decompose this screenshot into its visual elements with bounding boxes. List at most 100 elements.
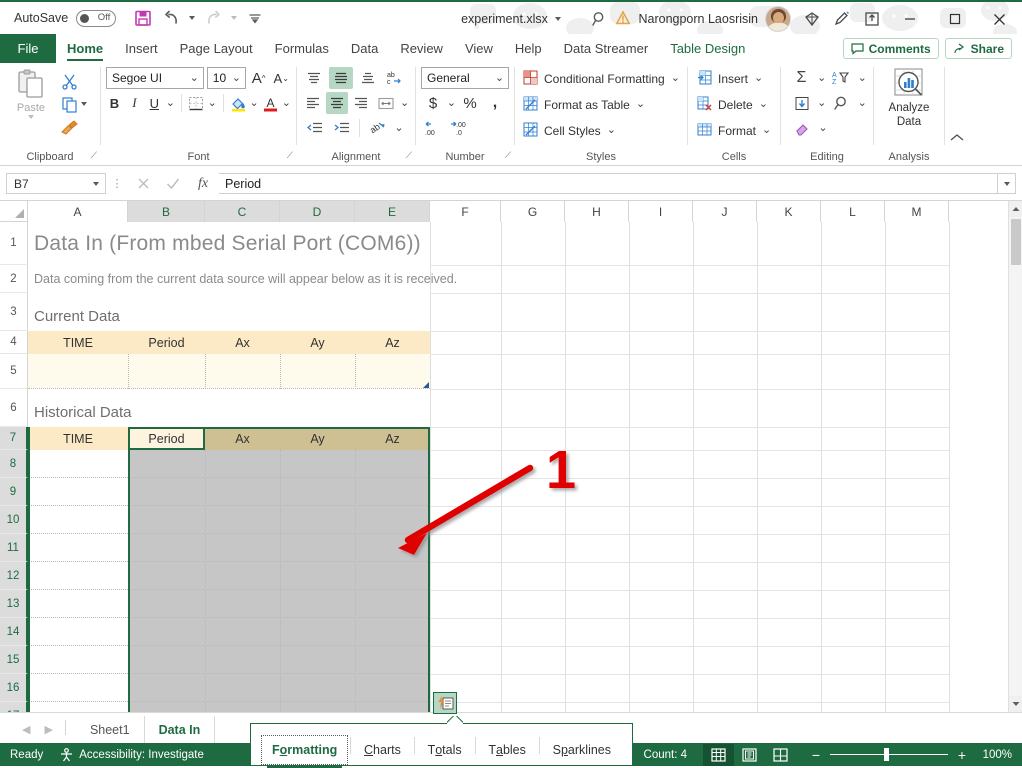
row-header-8[interactable]: 8 [0,450,28,478]
accounting-chevron-down-icon[interactable]: ⌄ [446,97,457,109]
row-header-14[interactable]: 14 [0,618,28,646]
format-cells-chevron-down-icon[interactable]: ⌄ [762,125,771,136]
column-header-f[interactable]: F [430,201,501,222]
autosum-chevron-down-icon[interactable]: ⌄ [816,72,828,84]
save-icon[interactable] [130,5,156,31]
qa-tab-tables[interactable]: Ta bles [475,733,539,767]
quick-analysis-button[interactable] [433,692,457,714]
orientation-button[interactable]: ab [366,117,390,139]
row-header-15[interactable]: 15 [0,646,28,674]
find-select-chevron-down-icon[interactable]: ⌄ [857,97,869,109]
row-header-13[interactable]: 13 [0,590,28,618]
page-layout-view-button[interactable] [734,744,765,766]
cell-a6-historical-data-heading[interactable]: Historical Data [34,399,254,425]
tab-home[interactable]: Home [56,34,114,63]
column-header-a[interactable]: A [28,201,128,222]
undo-icon[interactable] [158,5,184,31]
name-box[interactable]: B7 [6,173,106,194]
normal-view-button[interactable] [703,743,734,766]
tab-insert[interactable]: Insert [114,34,169,63]
column-header-m[interactable]: M [885,201,949,222]
bold-button[interactable]: B [106,92,123,114]
select-all-button[interactable] [0,201,28,222]
font-size-combo[interactable]: 10 ⌄ [206,67,246,89]
maximize-icon[interactable] [932,2,977,34]
orientation-chevron-down-icon[interactable]: ⌄ [393,122,405,134]
row-header-2[interactable]: 2 [0,265,28,293]
current-table-body-row[interactable] [28,354,430,389]
scroll-up-icon[interactable] [1009,201,1022,217]
number-format-chevron-down-icon[interactable]: ⌄ [495,72,504,84]
tab-data-streamer[interactable]: Data Streamer [553,34,660,63]
analyze-data-button[interactable]: Analyze Data [879,67,939,129]
fill-color-button[interactable] [230,92,247,114]
tab-review[interactable]: Review [389,34,454,63]
tab-table-design[interactable]: Table Design [659,34,756,63]
share-button[interactable]: Share [944,38,1012,59]
share-window-icon[interactable] [857,4,887,34]
minimize-icon[interactable] [887,2,932,34]
row-header-16[interactable]: 16 [0,674,28,702]
historical-table-header-az[interactable]: Az [355,427,430,450]
conditional-formatting-chevron-down-icon[interactable]: ⌄ [671,73,680,84]
font-color-chevron-down-icon[interactable]: ⌄ [282,97,291,109]
formula-bar-drag-handle[interactable]: ⋮ [106,177,128,190]
user-account[interactable]: Narongporn Laosrisin [615,6,791,32]
align-right-button[interactable] [351,92,372,114]
row-header-11[interactable]: 11 [0,534,28,562]
alignment-dialog-launcher[interactable]: ⟋ [406,150,412,161]
font-name-combo[interactable]: Segoe UI ⌄ [106,67,204,89]
clear-chevron-down-icon[interactable]: ⌄ [817,122,829,134]
pen-icon[interactable] [827,4,857,34]
row-header-7[interactable]: 7 [0,427,28,450]
column-header-k[interactable]: K [757,201,821,222]
historical-table-header-time[interactable]: TIME [28,427,128,450]
align-left-button[interactable] [302,92,323,114]
tab-file[interactable]: File [0,34,56,63]
accounting-format-button[interactable]: $ [421,92,445,114]
search-icon[interactable] [585,4,615,34]
sort-filter-chevron-down-icon[interactable]: ⌄ [857,72,869,84]
tab-formulas[interactable]: Formulas [264,34,340,63]
current-table-header-period[interactable]: Period [128,331,205,354]
insert-function-icon[interactable]: fx [188,173,218,195]
column-header-b[interactable]: B [128,201,205,224]
delete-cells-button[interactable]: Delete ⌄ [697,93,771,116]
column-header-j[interactable]: J [693,201,757,222]
clear-button[interactable] [790,117,814,139]
confirm-edit-icon[interactable] [158,173,188,195]
tab-data[interactable]: Data [340,34,389,63]
font-size-chevron-down-icon[interactable]: ⌄ [232,72,241,84]
align-top-button[interactable] [302,67,326,89]
decrease-indent-button[interactable] [302,117,326,139]
font-name-chevron-down-icon[interactable]: ⌄ [190,72,199,84]
qa-tab-charts[interactable]: Charts [351,733,414,767]
row-header-9[interactable]: 9 [0,478,28,506]
sheet-tab-data-in[interactable]: Data In [143,716,216,743]
historical-table-header-ax[interactable]: Ax [205,427,280,450]
collapse-ribbon-button[interactable] [945,63,969,165]
italic-button[interactable]: I [126,92,143,114]
format-painter-icon[interactable] [57,116,81,138]
format-as-table-chevron-down-icon[interactable]: ⌄ [636,99,645,110]
row-header-17[interactable]: 17 [0,702,28,712]
increase-font-size-button[interactable]: A ^ [249,67,269,89]
zoom-level-label[interactable]: 100% [978,749,1012,761]
percent-format-button[interactable]: % [458,92,482,114]
current-table-resize-handle[interactable] [423,382,429,388]
increase-indent-button[interactable] [329,117,353,139]
current-table-header-ax[interactable]: Ax [205,331,280,354]
qa-tab-totals[interactable]: To tals [415,733,475,767]
previous-sheet-icon[interactable]: ◀ [22,723,30,736]
cell-area[interactable]: Data In (From mbed Serial Port (COM6)) Da… [28,222,950,712]
cell-a3-current-data-heading[interactable]: Current Data [34,303,234,329]
format-cells-button[interactable]: Format ⌄ [697,119,771,142]
autosum-button[interactable]: Σ [790,67,813,89]
vertical-scrollbar[interactable] [1008,201,1022,712]
fill-button[interactable] [790,92,813,114]
delete-cells-chevron-down-icon[interactable]: ⌄ [759,99,768,110]
page-break-preview-button[interactable] [765,744,796,766]
cell-a2-sheet-subtitle[interactable]: Data coming from the current data source… [34,268,554,290]
increase-decimal-button[interactable]: .0.00 [447,117,471,139]
row-header-6[interactable]: 6 [0,389,28,427]
